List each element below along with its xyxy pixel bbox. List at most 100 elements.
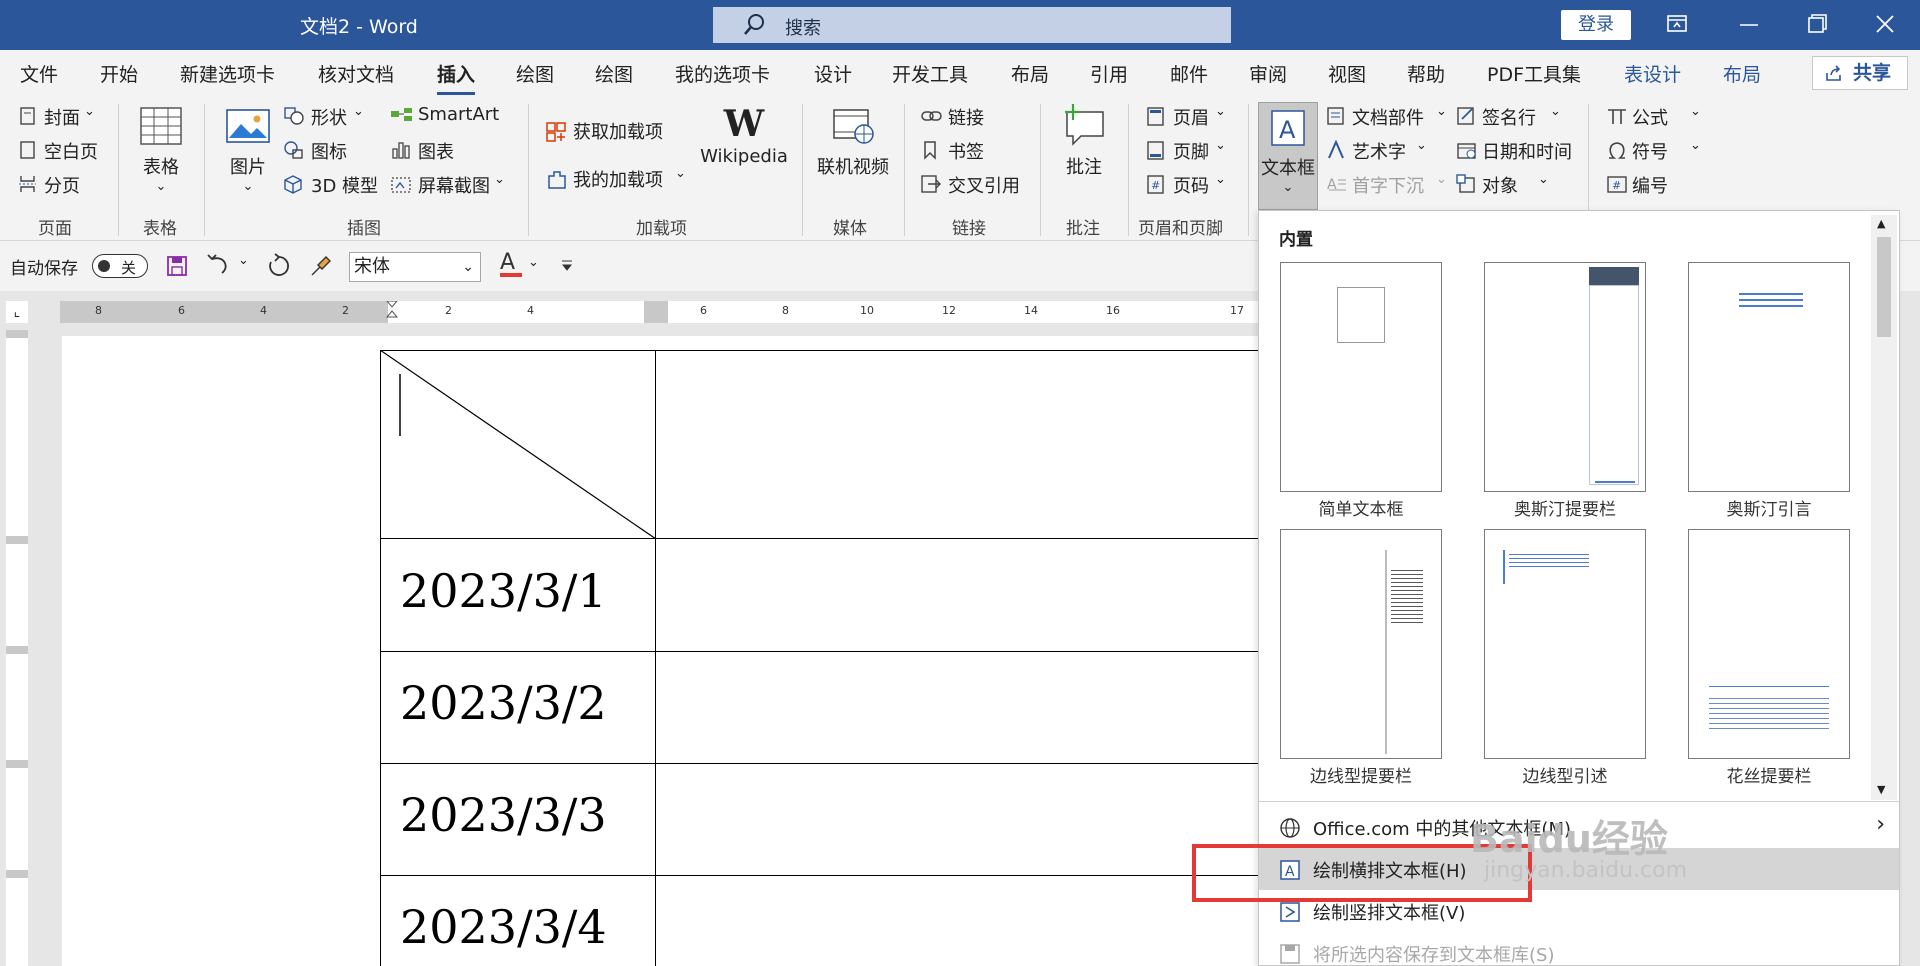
tab-draw[interactable]: 绘图 bbox=[516, 60, 554, 87]
autosave-label: 自动保存 bbox=[10, 259, 78, 279]
horizontal-ruler[interactable]: 8 6 4 2 2 4 6 8 10 12 14 16 17 bbox=[60, 301, 1260, 323]
tab-my[interactable]: 我的选项卡 bbox=[675, 60, 770, 87]
minimize-icon[interactable] bbox=[1732, 9, 1766, 39]
save-icon[interactable] bbox=[166, 255, 188, 277]
video-icon bbox=[833, 109, 874, 144]
comment-button[interactable]: 批注 bbox=[1056, 102, 1112, 179]
search-icon bbox=[744, 14, 764, 35]
store-icon bbox=[546, 122, 566, 142]
title-bar: 文档2 - Word 搜索 登录 bbox=[0, 0, 1920, 50]
tab-view[interactable]: 视图 bbox=[1328, 60, 1366, 87]
svg-text:#: # bbox=[1151, 179, 1160, 192]
icons-icon bbox=[284, 141, 303, 159]
tab-references[interactable]: 引用 bbox=[1090, 60, 1128, 87]
scroll-up-icon[interactable]: ▲ bbox=[1877, 217, 1885, 230]
group-tables: 表格 bbox=[143, 219, 177, 239]
tab-review[interactable]: 审阅 bbox=[1249, 60, 1287, 87]
redo-icon[interactable] bbox=[266, 253, 292, 277]
undo-icon[interactable] bbox=[206, 253, 232, 277]
vertical-ruler[interactable] bbox=[6, 330, 28, 966]
chart-icon bbox=[392, 142, 410, 159]
omega-icon bbox=[1609, 142, 1625, 159]
search-box[interactable]: 搜索 bbox=[713, 7, 1231, 43]
footer-icon bbox=[1147, 141, 1164, 160]
cover-icon bbox=[20, 107, 35, 125]
vertical-textbox-icon bbox=[1280, 902, 1300, 922]
pi-icon bbox=[1608, 109, 1626, 124]
number-icon: # bbox=[1607, 176, 1627, 193]
thumb-sideline-sidebar[interactable] bbox=[1280, 529, 1442, 759]
document-page[interactable]: 2023/3/1 2023/3/2 2023/3/3 2023/3/4 bbox=[62, 336, 1380, 966]
table-icon bbox=[140, 107, 182, 145]
tab-file[interactable]: 文件 bbox=[20, 60, 58, 87]
group-addins: 加载项 bbox=[636, 219, 687, 239]
tab-design[interactable]: 设计 bbox=[814, 60, 852, 87]
date-cell-2[interactable]: 2023/3/2 bbox=[400, 676, 607, 730]
login-button[interactable]: 登录 bbox=[1561, 10, 1631, 40]
watermark-logo: Baidu经验 bbox=[1470, 817, 1668, 861]
picture-button[interactable]: 图片 ⌄ bbox=[222, 104, 274, 194]
label-austin-sidebar: 奥斯汀提要栏 bbox=[1514, 500, 1616, 520]
restore-icon[interactable] bbox=[1800, 9, 1834, 39]
date-cell-1[interactable]: 2023/3/1 bbox=[400, 564, 607, 618]
thumb-sideline-quote[interactable] bbox=[1484, 529, 1646, 759]
label-simple-textbox: 简单文本框 bbox=[1318, 500, 1404, 520]
menu-save-to-gallery[interactable]: 将所选内容保存到文本框库(S) bbox=[1259, 932, 1899, 966]
tab-pdf[interactable]: PDF工具集 bbox=[1487, 60, 1581, 87]
undo-dropdown-icon[interactable]: ⌄ bbox=[238, 253, 249, 268]
font-color-icon[interactable]: A bbox=[500, 250, 522, 277]
gallery-header: 内置 bbox=[1279, 230, 1313, 250]
tab-insert[interactable]: 插入 bbox=[437, 60, 476, 95]
quick-parts-icon bbox=[1327, 107, 1344, 125]
tab-draw-2[interactable]: 绘图 bbox=[595, 60, 633, 87]
thumb-austin-quote[interactable] bbox=[1688, 262, 1850, 492]
date-cell-3[interactable]: 2023/3/3 bbox=[400, 788, 607, 842]
date-cell-4[interactable]: 2023/3/4 bbox=[400, 900, 607, 954]
thumb-austin-sidebar[interactable] bbox=[1484, 262, 1646, 492]
tab-selector-icon[interactable]: ⌞ bbox=[6, 301, 28, 323]
format-painter-icon[interactable] bbox=[308, 253, 334, 279]
table-button[interactable]: 表格 ⌄ bbox=[136, 104, 186, 194]
tab-table-layout[interactable]: 布局 bbox=[1723, 60, 1761, 87]
link-icon bbox=[921, 111, 942, 121]
wikipedia-button[interactable]: W Wikipedia bbox=[696, 102, 792, 167]
label-filigree-sidebar: 花丝提要栏 bbox=[1726, 767, 1812, 787]
object-icon bbox=[1456, 174, 1475, 193]
close-icon[interactable] bbox=[1868, 9, 1902, 39]
tab-help[interactable]: 帮助 bbox=[1407, 60, 1445, 87]
wikipedia-icon: W bbox=[723, 103, 765, 145]
autosave-toggle[interactable]: 关 bbox=[92, 254, 148, 278]
font-name-select[interactable]: 宋体 ⌄ bbox=[349, 252, 481, 282]
scroll-down-icon[interactable]: ▼ bbox=[1877, 783, 1885, 796]
search-placeholder: 搜索 bbox=[785, 18, 821, 39]
window-title: 文档2 - Word bbox=[300, 16, 418, 38]
group-comments: 批注 bbox=[1066, 219, 1100, 239]
font-color-dropdown-icon[interactable]: ⌄ bbox=[528, 255, 539, 270]
blank-page-icon bbox=[20, 141, 35, 159]
customize-qat-icon[interactable] bbox=[560, 259, 574, 273]
online-video-button[interactable]: 联机视频 bbox=[812, 104, 894, 179]
tab-home[interactable]: 开始 bbox=[100, 60, 138, 87]
globe-icon bbox=[1280, 818, 1300, 838]
label-austin-quote: 奥斯汀引言 bbox=[1726, 500, 1812, 520]
share-button[interactable]: 共享 bbox=[1812, 56, 1908, 90]
addin-icon bbox=[548, 171, 566, 189]
tab-mailings[interactable]: 邮件 bbox=[1170, 60, 1208, 87]
tab-proofread[interactable]: 核对文档 bbox=[318, 60, 394, 87]
watermark-url: jingyan.baidu.com bbox=[1484, 858, 1688, 883]
thumb-filigree-sidebar[interactable] bbox=[1688, 529, 1850, 759]
tab-layout[interactable]: 布局 bbox=[1011, 60, 1049, 87]
gallery-scrollbar[interactable]: ▲ ▼ bbox=[1871, 215, 1897, 800]
textbox-button[interactable]: A 文本框 ⌄ bbox=[1258, 102, 1318, 210]
group-pages: 页面 bbox=[38, 219, 72, 239]
group-media: 媒体 bbox=[833, 219, 867, 239]
calendar-icon bbox=[1457, 143, 1476, 159]
screenshot-icon bbox=[391, 177, 411, 193]
diagonal-header-cell[interactable] bbox=[380, 350, 656, 539]
ribbon-display-icon[interactable] bbox=[1660, 9, 1694, 39]
tab-table-design[interactable]: 表设计 bbox=[1624, 60, 1681, 87]
thumb-simple-textbox[interactable] bbox=[1280, 262, 1442, 492]
tab-developer[interactable]: 开发工具 bbox=[892, 60, 968, 87]
tab-new[interactable]: 新建选项卡 bbox=[180, 60, 275, 87]
indent-marker-icon[interactable] bbox=[386, 301, 398, 323]
